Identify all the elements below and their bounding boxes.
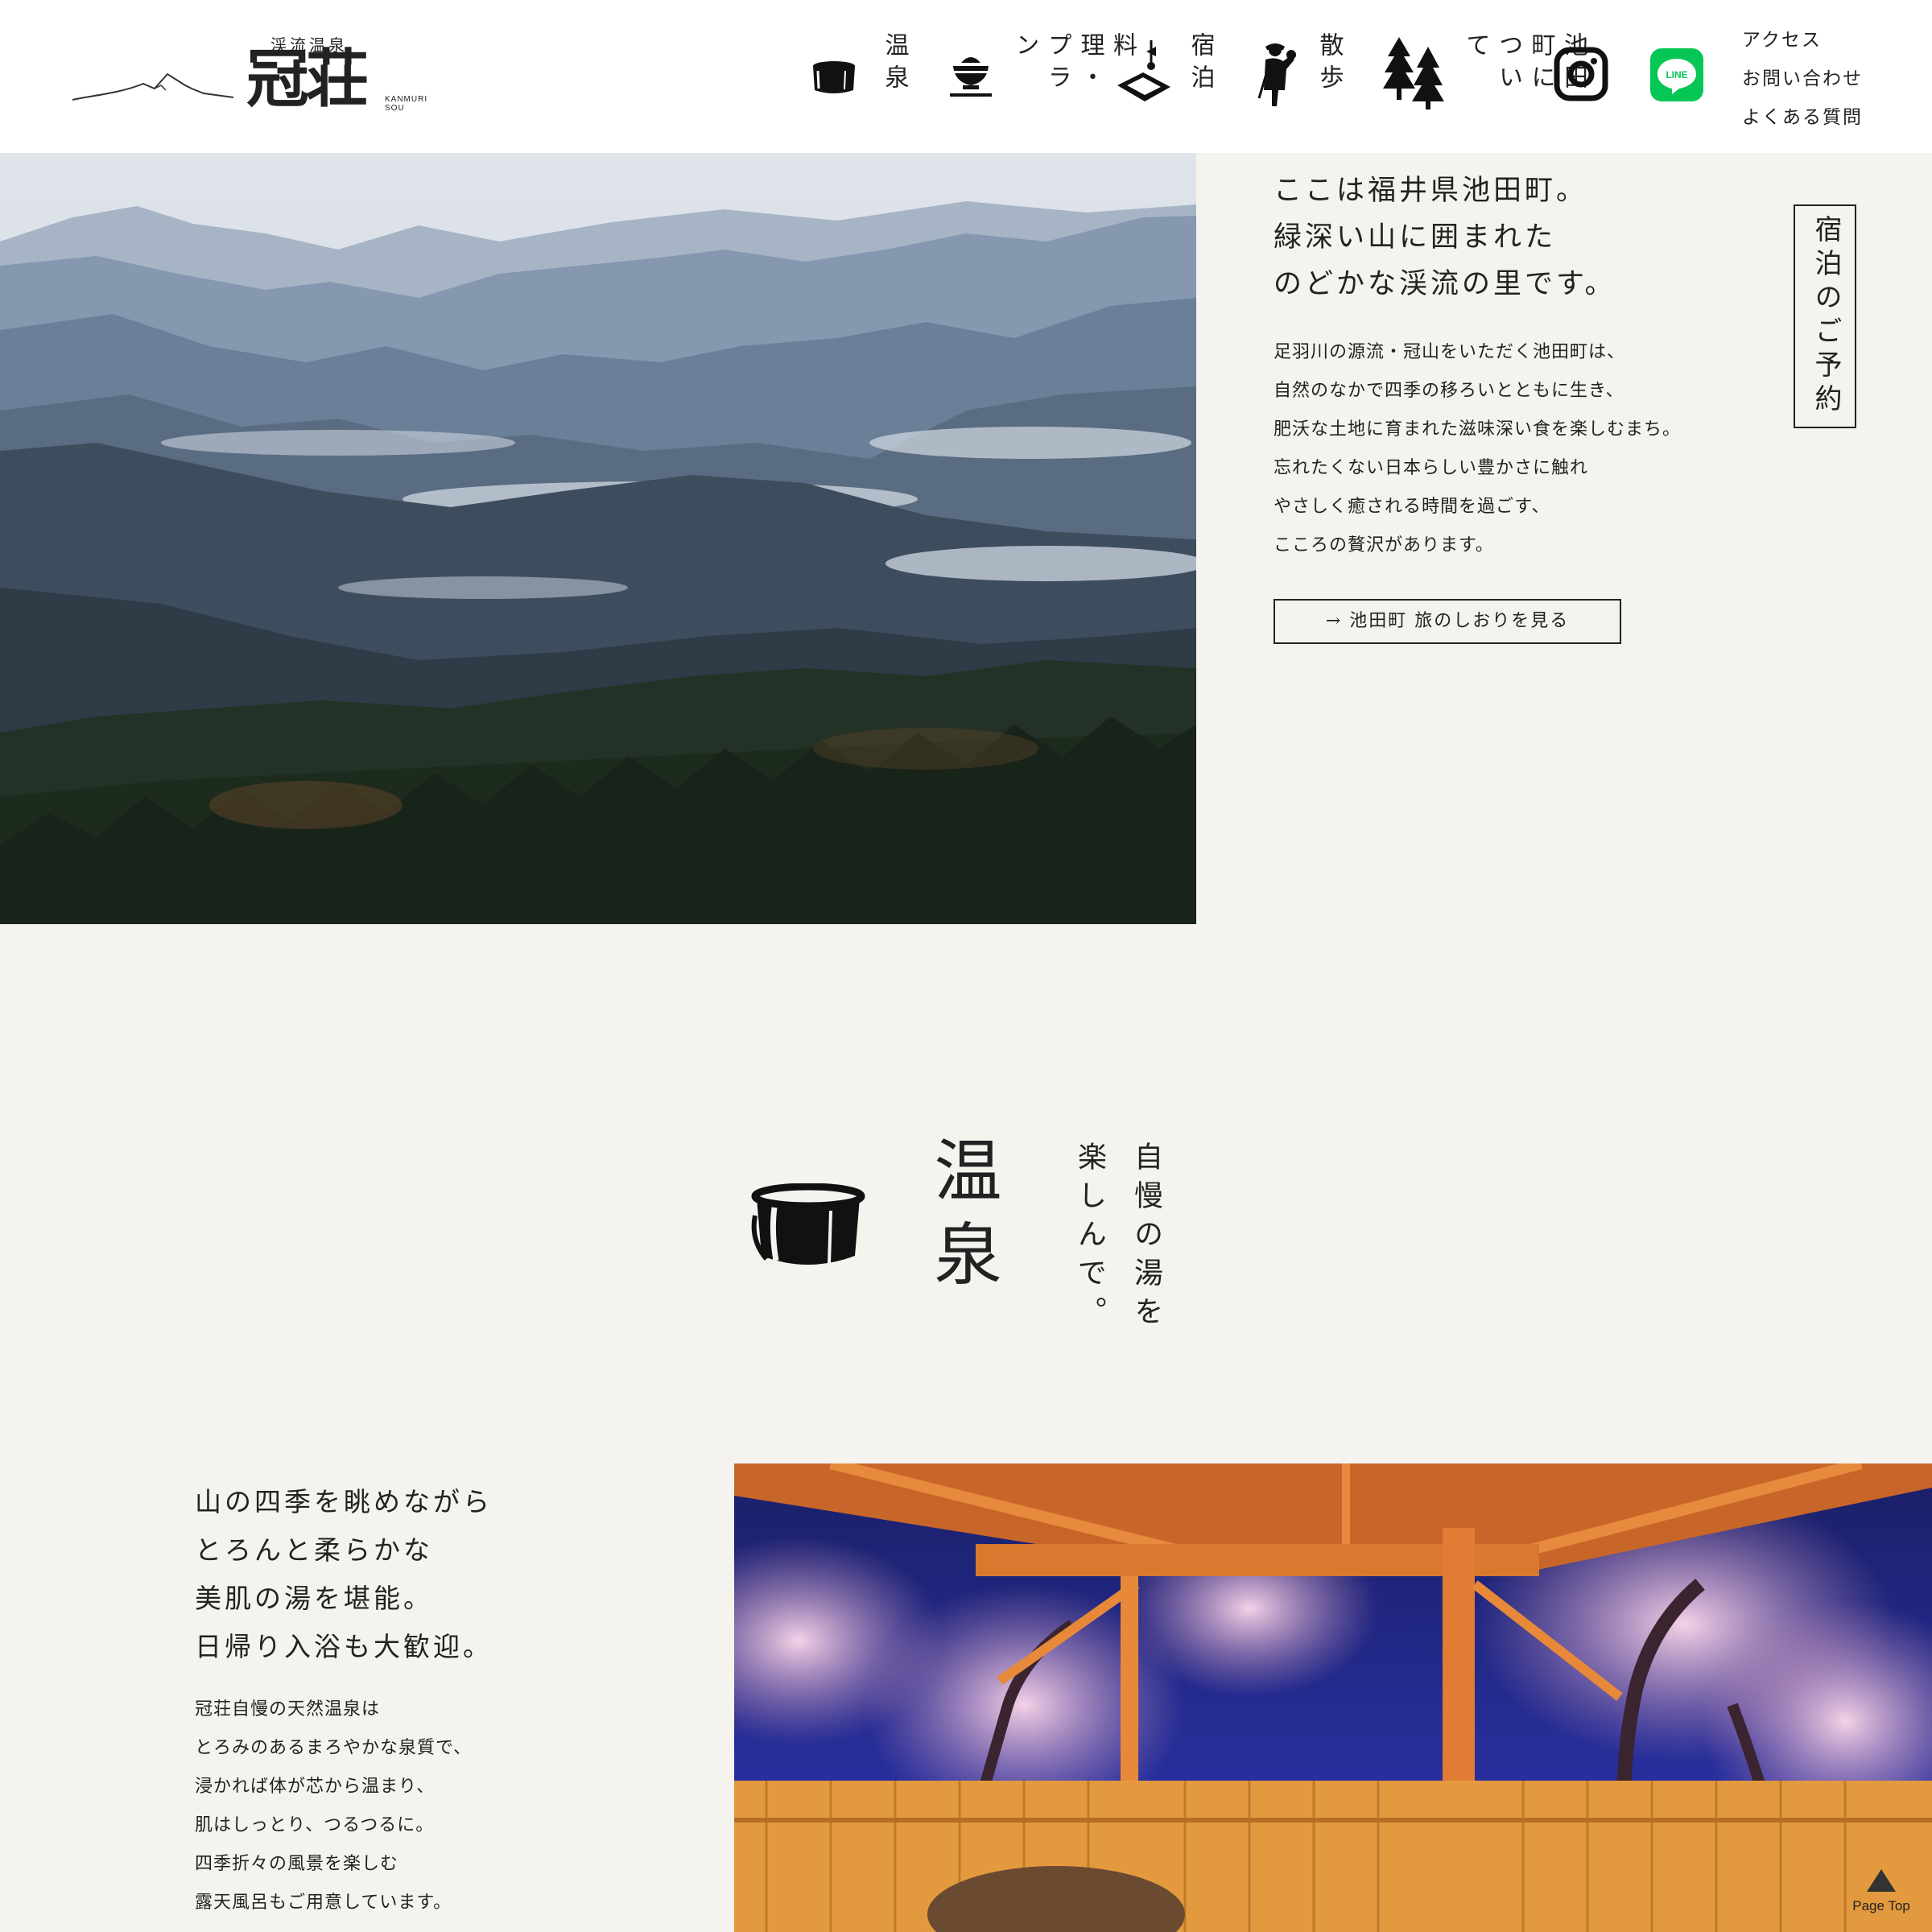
bucket-icon — [751, 1183, 865, 1265]
page-top-label: Page Top — [1852, 1898, 1910, 1913]
line-icon[interactable]: LINE — [1650, 48, 1703, 101]
outdoor-bath-night-image — [734, 1463, 1932, 1932]
onsen-title: 山の四季を眺めながら とろんと柔らかな 美肌の湯を堪能。 日帰り入浴も大歓迎。 — [195, 1478, 493, 1671]
nav-item-onsen[interactable]: 温泉 — [811, 29, 909, 126]
trees-icon — [1383, 37, 1444, 109]
line-icon-text: LINE — [1666, 69, 1687, 80]
walker-icon — [1257, 43, 1296, 106]
onsen-body-line: 露天風呂もご用意しています。 — [195, 1893, 452, 1913]
onsen-title-line: 美肌の湯を堪能。 — [195, 1583, 433, 1614]
onsen-body-line: とろみのあるまろやかな泉質で、 — [195, 1738, 473, 1758]
hero-title-line: のどかな渓流の里です。 — [1274, 268, 1616, 300]
utility-links: アクセス お問い合わせ よくある質問 — [1742, 21, 1863, 137]
bucket-icon — [813, 61, 855, 93]
access-link[interactable]: アクセス — [1742, 21, 1863, 60]
onsen-body-line: 浸かれば体が芯から温まり、 — [195, 1777, 436, 1797]
site-header: 渓流温泉 冠荘 KANMURI SOU 温泉 料理・プラン 宿泊 散歩 池田町に… — [0, 0, 1932, 153]
hero-title-line: 緑深い山に囲まれた — [1274, 221, 1557, 254]
logo-english: KANMURI SOU — [385, 95, 428, 113]
onsen-sub-line: 自慢の湯を — [1129, 1141, 1162, 1335]
misty-mountains-image — [0, 153, 1196, 924]
onsen-subheading: 自慢の湯を 楽しんで。 — [1061, 1141, 1174, 1335]
nav-item-stay[interactable]: 宿泊 — [1114, 29, 1219, 126]
nav-label-stay: 宿泊 — [1186, 32, 1215, 97]
hero-mountain-photo — [0, 153, 1196, 924]
hero-body-line: 肥沃な土地に育まれた滋味深い食を楽しむまち。 — [1274, 419, 1682, 440]
onsen-heading: 温泉 — [923, 1135, 1002, 1302]
hero-title-line: ここは福井県池田町。 — [1274, 175, 1588, 207]
line-bubble-icon: LINE — [1650, 48, 1703, 101]
site-logo[interactable]: 渓流温泉 冠荘 KANMURI SOU — [71, 29, 441, 134]
onsen-photo — [734, 1463, 1932, 1932]
contact-link[interactable]: お問い合わせ — [1742, 60, 1863, 98]
futon-lamp-icon — [1117, 40, 1170, 101]
onsen-body-line: 四季折々の風景を楽しむ — [195, 1854, 399, 1874]
reservation-button[interactable]: 宿泊のご予約 — [1794, 204, 1856, 428]
nav-item-walk[interactable]: 散歩 — [1254, 29, 1359, 126]
hero-description: 足羽川の源流・冠山をいただく池田町は、 自然のなかで四季の移ろいとともに生き、 … — [1274, 333, 1681, 565]
hero-body-line: こころの贅沢があります。 — [1274, 535, 1494, 555]
hero-body-line: 忘れたくない日本らしい豊かさに触れ — [1274, 458, 1589, 478]
instagram-icon[interactable] — [1554, 47, 1608, 101]
triangle-up-icon — [1867, 1869, 1896, 1892]
nav-item-ikeda[interactable]: 池田町について — [1381, 29, 1587, 126]
mountain-logo-mark — [72, 72, 234, 101]
travel-guide-button[interactable]: → 池田町 旅のしおりを見る — [1274, 599, 1621, 644]
page-top-button[interactable]: Page Top — [1848, 1868, 1914, 1922]
logo-title: 冠荘 — [246, 43, 369, 116]
hero-body-line: 足羽川の源流・冠山をいただく池田町は、 — [1274, 342, 1626, 362]
onsen-body-line: 冠荘自慢の天然温泉は — [195, 1699, 381, 1719]
onsen-description: 冠荘自慢の天然温泉は とろみのあるまろやかな泉質で、 浸かれば体が芯から温まり、… — [195, 1690, 472, 1922]
hero-title: ここは福井県池田町。 緑深い山に囲まれた のどかな渓流の里です。 — [1274, 167, 1616, 308]
onsen-title-line: とろんと柔らかな — [195, 1534, 433, 1566]
onsen-title-line: 山の四季を眺めながら — [195, 1486, 493, 1517]
faq-link[interactable]: よくある質問 — [1742, 98, 1863, 137]
rice-bowl-icon — [950, 57, 992, 97]
reservation-label: 宿泊のご予約 — [1809, 215, 1842, 418]
onsen-title-line: 日帰り入浴も大歓迎。 — [195, 1631, 493, 1662]
nav-item-cuisine[interactable]: 料理・プラン — [948, 29, 1137, 126]
hero-body-line: やさしく癒される時間を過ごす、 — [1274, 497, 1550, 517]
onsen-body-line: 肌はしっとり、つるつるに。 — [195, 1815, 435, 1835]
nav-label-walk: 散歩 — [1315, 32, 1344, 97]
onsen-sub-line: 楽しんで。 — [1073, 1141, 1106, 1335]
hero-body-line: 自然のなかで四季の移ろいとともに生き、 — [1274, 381, 1624, 401]
nav-label-onsen: 温泉 — [880, 32, 909, 97]
